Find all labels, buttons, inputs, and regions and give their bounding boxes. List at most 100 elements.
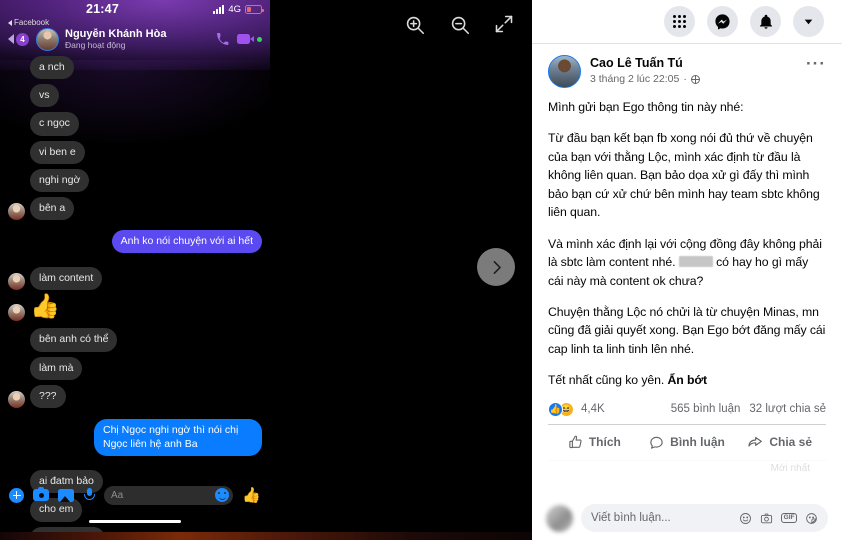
post-paragraph-redacted: Và mình xác định lại với cộng đồng đây k… [548,235,826,290]
chat-header: 4 Nguyễn Khánh Hòa Đang hoạt động [0,22,270,56]
comment-button[interactable]: Bình luận [641,435,734,450]
message-bubble-incoming[interactable]: ??? [30,384,66,408]
post-header: Cao Lê Tuấn Tú 3 tháng 2 lúc 22:05 · ··· [548,55,826,88]
chat-contact-info[interactable]: Nguyễn Khánh Hòa Đang hoạt động [65,28,216,51]
thumbs-up-icon[interactable]: 👍 [242,488,261,503]
sticker-icon[interactable] [805,512,818,525]
message-input-placeholder: Aa [111,489,124,501]
share-button-label: Chia sẻ [769,435,813,450]
avatar-spacer [8,62,25,79]
sender-avatar[interactable] [8,304,25,322]
messenger-screenshot: 21:47 Facebook 4G 4 Nguyễn Khánh Hòa Đan… [0,0,270,532]
gif-icon[interactable]: GIF [781,512,797,524]
message-bubble-incoming[interactable]: vs [30,84,59,108]
message-bubble-outgoing[interactable]: Anh ko nói chuyện với ai hết [111,230,262,254]
message-row: vs [8,84,262,108]
message-row: vi ben e [8,140,262,164]
plus-circle-icon[interactable] [9,487,24,503]
facebook-post-panel: Cao Lê Tuấn Tú 3 tháng 2 lúc 22:05 · ···… [532,0,842,540]
user-avatar[interactable] [546,504,573,532]
network-type-label: 4G [228,4,241,15]
chat-back-button[interactable]: 4 [8,32,29,46]
reaction-count[interactable]: 4,4K [581,403,605,415]
photo-icon[interactable] [58,488,74,502]
online-dot-icon [257,36,262,42]
message-row: bên anh có thể [8,328,262,352]
microphone-icon[interactable] [83,487,96,503]
grid-menu-icon[interactable] [664,6,695,37]
see-less-link[interactable]: Ẩn bớt [667,373,707,387]
message-row: a nch [8,56,262,80]
message-thread[interactable]: a nch vs c ngọc vi ben e nghi ngờ bên a … [0,56,270,532]
message-bubble-incoming[interactable]: bên anh có thể [30,328,118,352]
post-timestamp[interactable]: 3 tháng 2 lúc 22:05 [590,73,679,87]
expand-arrows-icon[interactable] [494,14,516,36]
comment-input[interactable]: Viết bình luận... GIF [581,504,828,532]
message-input[interactable]: Aa [104,485,234,505]
status-bar-time: 21:47 [86,2,119,16]
comment-composer: Viết bình luận... GIF [532,500,842,536]
next-image-button[interactable] [477,248,515,286]
message-bubble-incoming[interactable]: làm mà [30,356,83,380]
chevron-down-icon[interactable] [793,6,824,37]
post-paragraph: Mình gửi bạn Ego thông tin này nhé: [548,100,744,114]
message-bubble-incoming[interactable]: bên a [30,196,75,221]
comment-sort-label[interactable]: Mới nhất [548,459,826,475]
message-row: Chị Ngọc nghi ngờ thì nói chị Ngọc liên … [8,418,262,457]
like-reaction-icon: 👍 [548,401,563,417]
comment-input-icons: GIF [739,512,818,525]
avatar-spacer [8,175,25,192]
more-options-icon[interactable]: ··· [806,55,826,72]
message-composer: Aa 👍 [0,480,270,510]
message-row: Anh ko nói chuyện với ai hết [8,230,262,254]
avatar-spacer [8,90,25,107]
phone-icon[interactable] [216,32,229,46]
post-stats-right: 565 bình luận 32 lượt chia sẻ [671,403,826,415]
message-row: 👍 [8,295,262,322]
zoom-in-icon[interactable] [404,14,426,36]
post-text-body: Mình gửi bạn Ego thông tin này nhé: Từ đ… [548,98,826,390]
signal-bars-icon [213,5,225,14]
post-author-name[interactable]: Cao Lê Tuấn Tú [590,56,806,72]
avatar-spacer [8,119,25,136]
emoji-smiley-icon[interactable] [215,488,230,502]
post-paragraph-closing: Tết nhất cũng ko yên. Ẩn bớt [548,371,826,389]
sender-avatar[interactable] [8,273,25,291]
chat-contact-avatar[interactable] [36,27,59,51]
message-bubble-incoming[interactable]: c ngọc [30,112,79,136]
phone-status-bar: 21:47 Facebook 4G [0,0,270,27]
camera-icon[interactable] [760,512,773,525]
share-count[interactable]: 32 lượt chia sẻ [749,403,826,415]
camera-icon[interactable] [33,486,49,501]
video-camera-icon[interactable] [237,34,262,44]
chevron-left-icon [8,34,14,44]
zoom-out-icon[interactable] [449,14,471,36]
message-bubble-incoming[interactable]: làm content [30,267,103,291]
sender-avatar[interactable] [8,390,25,408]
comment-count[interactable]: 565 bình luận [671,403,741,415]
chat-contact-status: Đang hoạt động [65,40,126,51]
message-bubble-incoming[interactable]: vi ben e [30,140,85,164]
message-bubble-incoming[interactable]: a nch [30,56,74,80]
chat-contact-name: Nguyễn Khánh Hòa [65,27,167,40]
thumbs-up-sticker-icon[interactable]: 👍 [30,295,60,321]
sender-avatar[interactable] [8,203,25,221]
share-button[interactable]: Chia sẻ [733,434,826,450]
post-author-avatar[interactable] [548,55,581,88]
message-row: làm content [8,267,262,291]
bell-icon[interactable] [750,6,781,37]
message-bubble-incoming[interactable]: nghi ngờ [30,168,90,192]
message-bubble-outgoing[interactable]: Chị Ngọc nghi ngờ thì nói chị Ngọc liên … [94,418,262,457]
message-row: nghi ngờ [8,168,262,192]
messenger-icon[interactable] [707,6,738,37]
post-container: Cao Lê Tuấn Tú 3 tháng 2 lúc 22:05 · ···… [532,44,842,475]
chat-header-actions [216,32,262,46]
home-indicator [89,519,181,523]
comment-button-label: Bình luận [670,435,725,450]
image-viewer: 21:47 Facebook 4G 4 Nguyễn Khánh Hòa Đan… [0,0,532,540]
reaction-icons[interactable]: 👍 😆 [548,401,574,417]
emoji-smiley-icon[interactable] [739,512,752,525]
avatar-spacer [8,147,25,164]
like-button[interactable]: Thích [548,435,641,450]
avatar-spacer [8,335,25,352]
